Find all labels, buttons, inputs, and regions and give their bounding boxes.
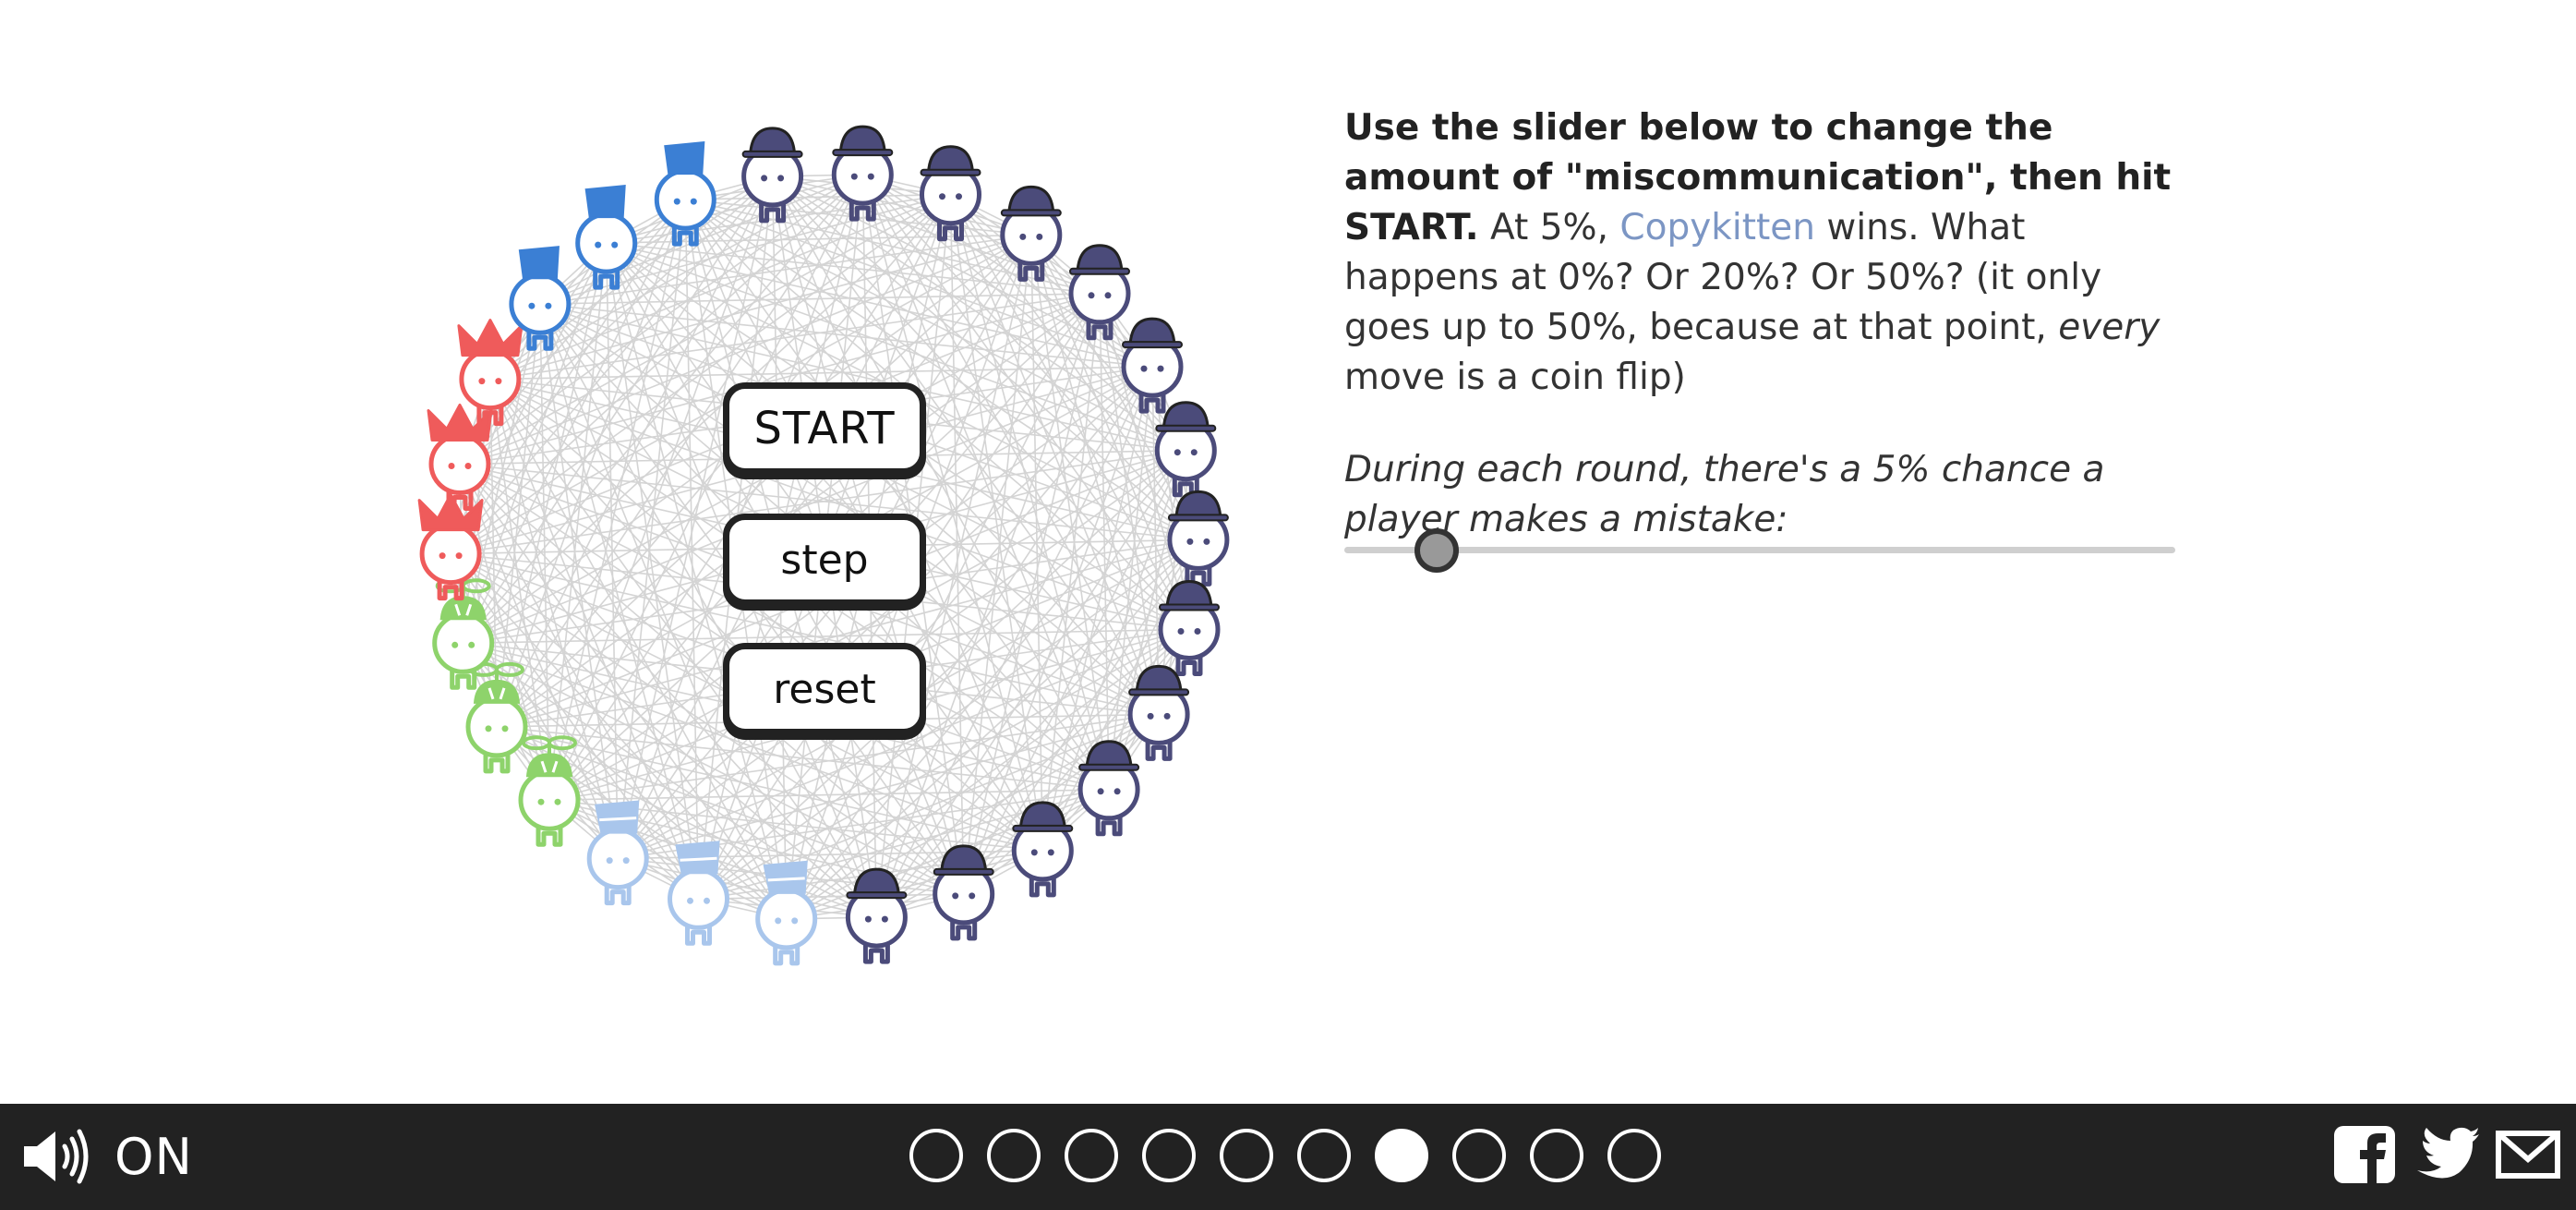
player-copykitten: [586, 800, 649, 906]
player-copykitten: [755, 860, 818, 966]
copykitten-link[interactable]: Copykitten: [1619, 207, 1815, 248]
page-dot-7[interactable]: [1375, 1129, 1428, 1182]
footer-bar: ON: [0, 1104, 2576, 1210]
page-dot-4[interactable]: [1142, 1129, 1196, 1182]
connection-line: [618, 857, 877, 918]
page-dot-6[interactable]: [1297, 1129, 1351, 1182]
simulation-area: START step reset: [0, 0, 1293, 1104]
twitter-icon[interactable]: [2413, 1124, 2480, 1185]
sound-toggle[interactable]: ON: [20, 1124, 193, 1189]
facebook-icon[interactable]: [2332, 1124, 2397, 1185]
reset-button[interactable]: reset: [723, 643, 926, 735]
page-dot-2[interactable]: [987, 1129, 1041, 1182]
player-copycat: [933, 844, 995, 941]
player-copykitten: [668, 841, 729, 946]
speaker-icon: [24, 1129, 89, 1184]
connection-line: [463, 628, 1189, 645]
sound-status-label: ON: [114, 1127, 193, 1186]
tournament-network: [417, 125, 1230, 966]
player-copycat: [1077, 740, 1140, 837]
email-icon[interactable]: [2495, 1124, 2561, 1185]
page-dot-10[interactable]: [1607, 1129, 1661, 1182]
player-copycat: [845, 867, 908, 964]
player-random: [457, 319, 524, 427]
instruction-part-c: move is a coin flip): [1344, 357, 1686, 398]
mistake-slider[interactable]: [1344, 528, 2175, 575]
slider-track[interactable]: [1344, 547, 2175, 553]
page-dot-1[interactable]: [909, 1129, 963, 1182]
player-copycat: [1011, 801, 1074, 898]
page-dot-3[interactable]: [1065, 1129, 1118, 1182]
page-dot-9[interactable]: [1530, 1129, 1583, 1182]
page-dot-5[interactable]: [1220, 1129, 1273, 1182]
instruction-panel: Use the slider below to change the amoun…: [1344, 103, 2175, 545]
page-dot-8[interactable]: [1452, 1129, 1506, 1182]
slider-knob[interactable]: [1414, 528, 1459, 573]
instruction-part-a: At 5%,: [1478, 207, 1620, 248]
every-emphasis: every: [2058, 307, 2161, 348]
start-button[interactable]: START: [723, 382, 926, 475]
instruction-text: Use the slider below to change the amoun…: [1344, 103, 2175, 403]
connection-line: [772, 175, 1031, 236]
step-button[interactable]: step: [723, 514, 926, 606]
